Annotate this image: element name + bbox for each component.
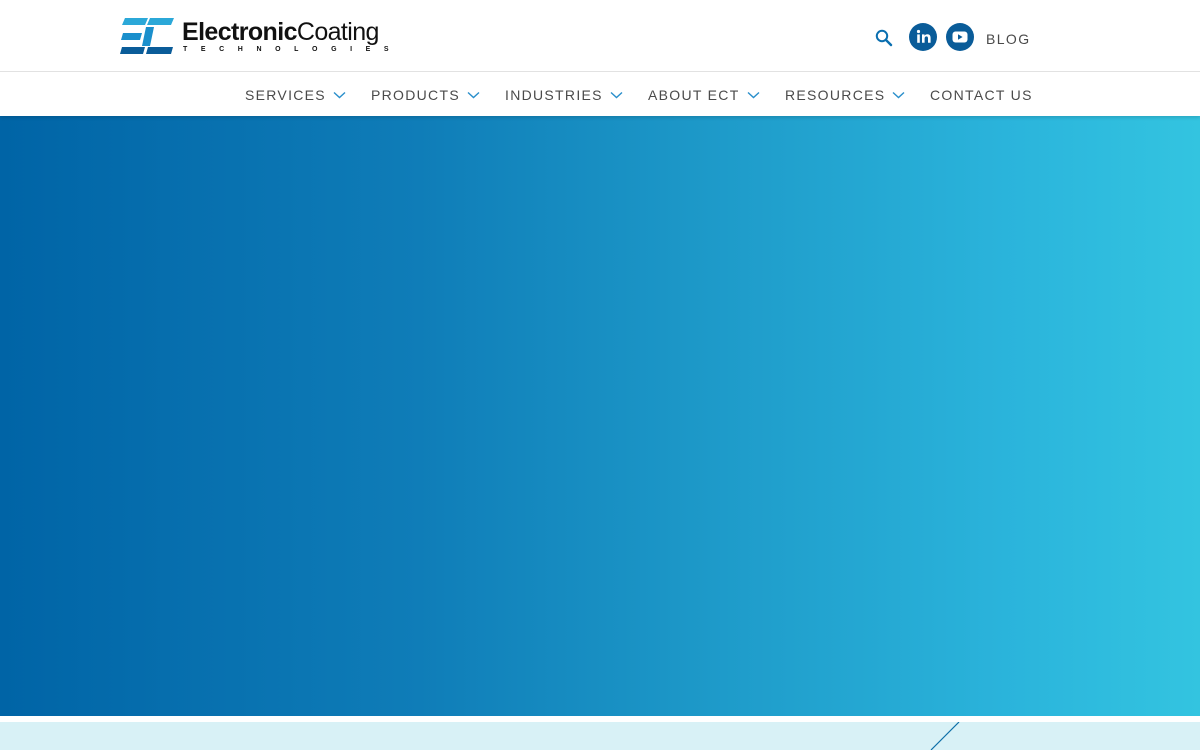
nav-item-label: ABOUT ECT — [648, 87, 740, 103]
nav-item-products[interactable]: PRODUCTS — [371, 86, 480, 104]
blog-link[interactable]: BLOG — [986, 31, 1031, 47]
nav-item-industries[interactable]: INDUSTRIES — [505, 86, 623, 104]
nav-item-contact-us[interactable]: CONTACT US — [930, 86, 1033, 104]
decorative-line — [930, 722, 960, 750]
nav-item-label: RESOURCES — [785, 87, 886, 103]
content-band — [0, 722, 1200, 750]
search-icon[interactable] — [874, 28, 894, 48]
site-logo[interactable]: ElectronicCoating TECHNOLOGIES — [120, 18, 395, 56]
chevron-down-icon — [747, 91, 760, 99]
hero-banner — [0, 116, 1200, 716]
logo-word-light: Coating — [296, 18, 380, 46]
nav-item-label: INDUSTRIES — [505, 87, 603, 103]
logo-wordmark: ElectronicCoating — [182, 18, 379, 46]
site-header: ElectronicCoating TECHNOLOGIES BLOG — [0, 0, 1200, 72]
chevron-down-icon — [610, 91, 623, 99]
nav-item-label: PRODUCTS — [371, 87, 460, 103]
ect-logo-icon — [120, 18, 174, 54]
chevron-down-icon — [892, 91, 905, 99]
nav-item-services[interactable]: SERVICES — [245, 86, 346, 104]
logo-tagline: TECHNOLOGIES — [183, 46, 403, 53]
main-nav: SERVICES PRODUCTS INDUSTRIES ABOUT ECT R… — [0, 72, 1200, 116]
nav-item-about-ect[interactable]: ABOUT ECT — [648, 86, 760, 104]
linkedin-icon[interactable] — [909, 23, 937, 51]
nav-item-label: CONTACT US — [930, 87, 1033, 103]
youtube-icon[interactable] — [946, 23, 974, 51]
nav-item-label: SERVICES — [245, 87, 326, 103]
nav-item-resources[interactable]: RESOURCES — [785, 86, 905, 104]
chevron-down-icon — [467, 91, 480, 99]
logo-word-bold: Electronic — [182, 18, 297, 46]
chevron-down-icon — [333, 91, 346, 99]
